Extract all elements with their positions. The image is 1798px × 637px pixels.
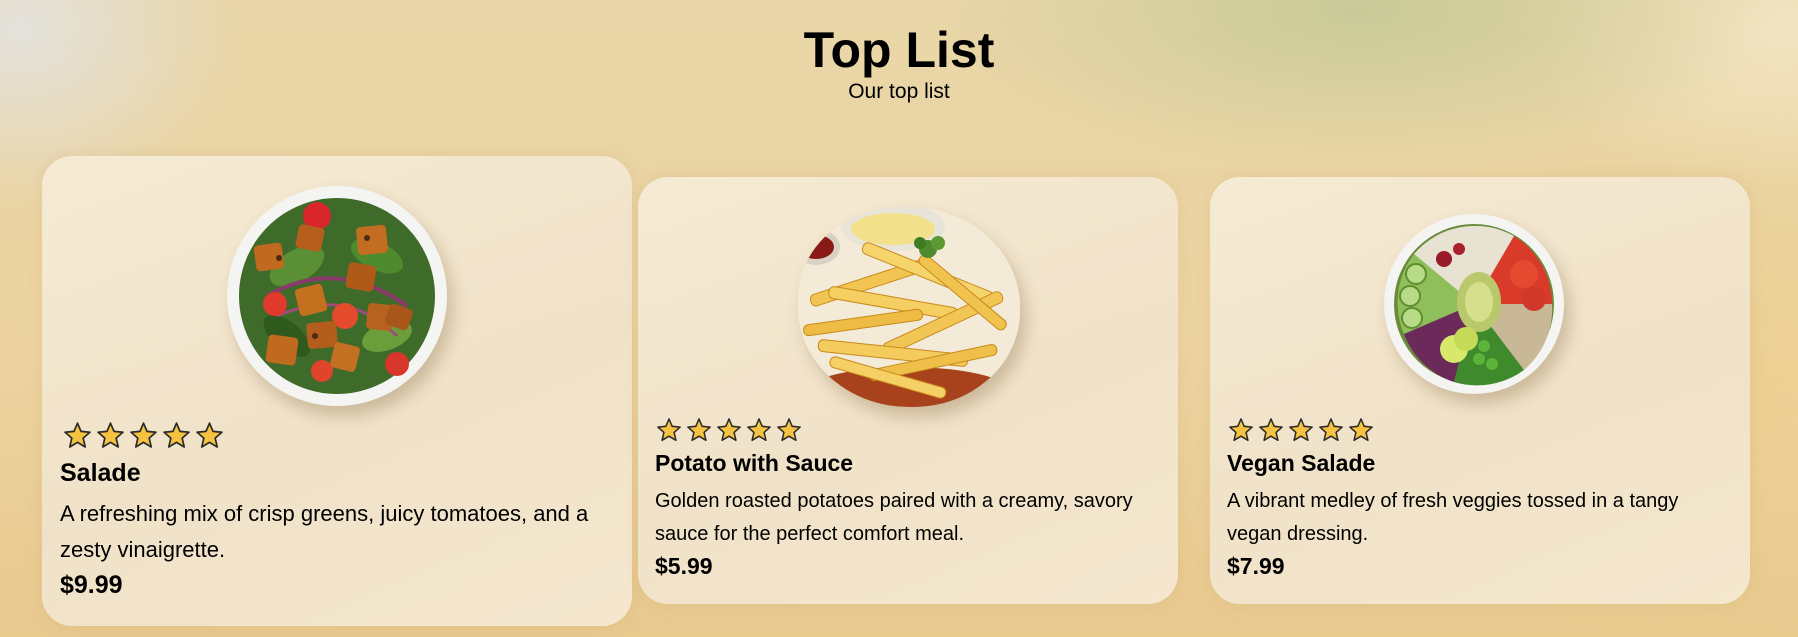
star-icon (1349, 418, 1373, 442)
product-description: A refreshing mix of crisp greens, juicy … (60, 501, 589, 562)
product-card-salade[interactable]: Salade A refreshing mix of crisp greens,… (42, 156, 632, 626)
star-icon (97, 422, 124, 448)
star-icon (1259, 418, 1283, 442)
product-price: $9.99 (60, 571, 123, 599)
star-icon (64, 422, 91, 448)
star-icon (196, 422, 223, 448)
rating-stars (63, 421, 224, 450)
rating-stars (656, 417, 802, 443)
product-name: Potato with Sauce (655, 450, 854, 476)
product-price: $7.99 (1227, 553, 1285, 579)
vegan-bowl-image (1384, 214, 1564, 394)
star-icon (777, 418, 801, 442)
product-card-potato-with-sauce[interactable]: Potato with Sauce Golden roasted potatoe… (638, 177, 1178, 604)
page-header: Top List Our top list (0, 20, 1798, 105)
star-icon (687, 418, 711, 442)
star-icon (1319, 418, 1343, 442)
star-icon (1289, 418, 1313, 442)
product-card-vegan-salade[interactable]: Vegan Salade A vibrant medley of fresh v… (1210, 177, 1750, 604)
rating-stars (1228, 417, 1374, 443)
product-description: Golden roasted potatoes paired with a cr… (655, 490, 1133, 545)
product-name: Vegan Salade (1227, 450, 1376, 476)
star-icon (130, 422, 157, 448)
page-subtitle: Our top list (848, 80, 950, 103)
page-title: Top List (803, 22, 995, 78)
product-description: A vibrant medley of fresh veggies tossed… (1227, 490, 1679, 545)
star-icon (657, 418, 681, 442)
star-icon (163, 422, 190, 448)
star-icon (717, 418, 741, 442)
product-price: $5.99 (655, 553, 713, 579)
product-name: Salade (60, 459, 141, 487)
star-icon (1229, 418, 1253, 442)
salad-plate-image (227, 186, 447, 406)
star-icon (747, 418, 771, 442)
fries-with-sauce-image (798, 207, 1020, 407)
